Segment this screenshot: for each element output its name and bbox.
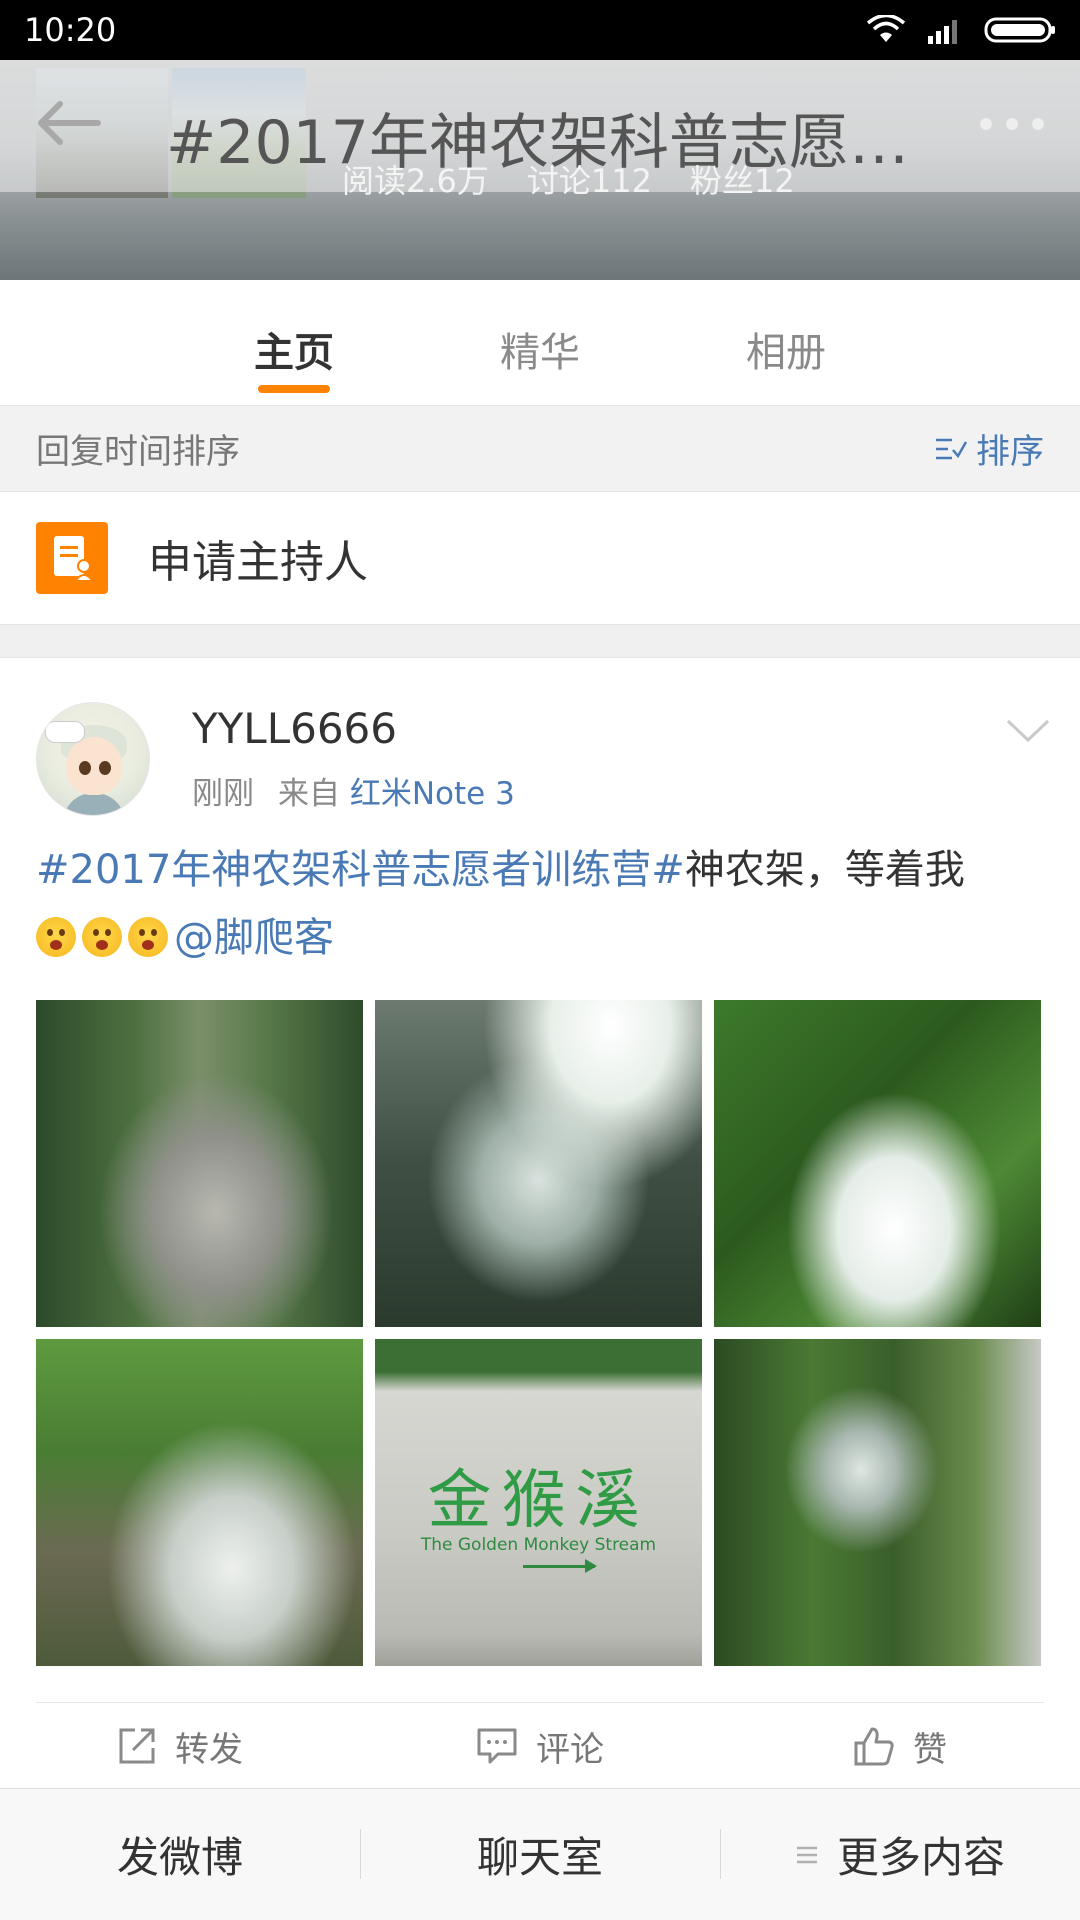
fans-count: 粉丝12 [690,162,795,200]
apply-host-icon [36,522,108,594]
emoji-icon [128,917,168,957]
post-actions-divider [36,1702,1044,1703]
post-photo-2[interactable] [375,1000,702,1327]
section-divider [0,624,1080,658]
active-tab-indicator [258,385,330,393]
comment-label: 评论 [536,1729,604,1770]
chat-room-label: 聊天室 [476,1833,603,1882]
post-source[interactable]: 红米Note 3 [350,776,515,812]
repost-button[interactable]: 转发 [0,1704,360,1788]
status-time: 10:20 [24,11,117,49]
post-source-prefix: 来自 [278,776,340,812]
sort-button[interactable]: 排序 [934,424,1044,473]
topic-header: #2017年神农架科普志愿者... 阅读2.6万 讨论112 粉丝12 [0,60,1080,280]
status-icons [866,15,1056,45]
post-weibo-label: 发微博 [116,1833,243,1882]
avatar[interactable] [36,702,150,816]
more-content-button[interactable]: 更多内容 [720,1789,1080,1920]
wifi-icon [866,15,906,42]
status-bar: 10:20 [0,0,1080,60]
post-photo-5[interactable]: 金猴溪 The Golden Monkey Stream [375,1339,702,1666]
sort-button-label: 排序 [976,432,1044,472]
tab-featured[interactable]: 精华 [417,280,663,405]
sort-order-label: 回复时间排序 [36,432,240,472]
stone-subtext: The Golden Monkey Stream [420,1535,657,1555]
apply-host-label: 申请主持人 [148,537,368,588]
tab-album-label: 相册 [746,330,826,376]
sort-bar: 回复时间排序 排序 [0,406,1080,492]
repost-label: 转发 [175,1729,243,1770]
emoji-icon [36,917,76,957]
post-meta: 刚刚 来自 红米Note 3 [192,768,515,813]
post-card: YYLL6666 刚刚 来自 红米Note 3 #2017年神农架科普志愿者训练… [0,658,1080,1788]
post-time: 刚刚 [192,776,254,812]
chevron-down-icon[interactable] [1006,718,1050,744]
more-content-label: 更多内容 [836,1833,1005,1882]
post-body-text: 神农架，等着我 [684,847,965,893]
post-photo-4[interactable] [36,1339,363,1666]
bottom-bar: 发微博 聊天室 更多内容 [0,1788,1080,1920]
battery-icon [984,17,1055,43]
like-label: 赞 [913,1729,947,1770]
post-topic-link[interactable]: #2017年神农架科普志愿者训练营# [36,847,685,893]
comment-icon [477,1728,517,1764]
tab-album[interactable]: 相册 [663,280,909,405]
back-arrow-icon[interactable] [36,100,102,146]
signal-icon [928,20,957,44]
post-actions: 转发 评论 赞 [0,1704,1080,1788]
menu-icon [796,1846,817,1863]
post-weibo-button[interactable]: 发微博 [0,1789,360,1920]
chat-room-button[interactable]: 聊天室 [360,1789,720,1920]
emoji-icon [82,917,122,957]
tab-featured-label: 精华 [500,330,580,376]
stone-inscription: 金猴溪 [427,1464,650,1538]
topic-stats: 阅读2.6万 讨论112 粉丝12 [342,156,795,202]
repost-icon [119,1728,155,1764]
post-text: #2017年神农架科普志愿者训练营#神农架，等着我 @脚爬客 [36,836,1046,972]
thumbs-up-icon [854,1727,894,1766]
post-photo-1[interactable] [36,1000,363,1327]
post-username[interactable]: YYLL6666 [192,704,397,753]
photo-grid: 金猴溪 The Golden Monkey Stream [36,1000,1044,1666]
read-count: 阅读2.6万 [342,162,489,200]
tab-home[interactable]: 主页 [171,280,417,405]
discussion-count: 讨论112 [526,162,652,200]
post-photo-6[interactable] [714,1339,1041,1666]
like-button[interactable]: 赞 [720,1704,1080,1788]
sort-icon [936,438,968,459]
tab-home-label: 主页 [254,330,334,376]
post-photo-3[interactable] [714,1000,1041,1327]
apply-host-row[interactable]: 申请主持人 [0,492,1080,624]
comment-button[interactable]: 评论 [360,1704,720,1788]
stone-arrow [523,1559,597,1573]
post-mention-link[interactable]: @脚爬客 [174,915,334,961]
tab-bar: 主页 精华 相册 [0,280,1080,406]
more-options-icon[interactable] [980,118,1044,130]
